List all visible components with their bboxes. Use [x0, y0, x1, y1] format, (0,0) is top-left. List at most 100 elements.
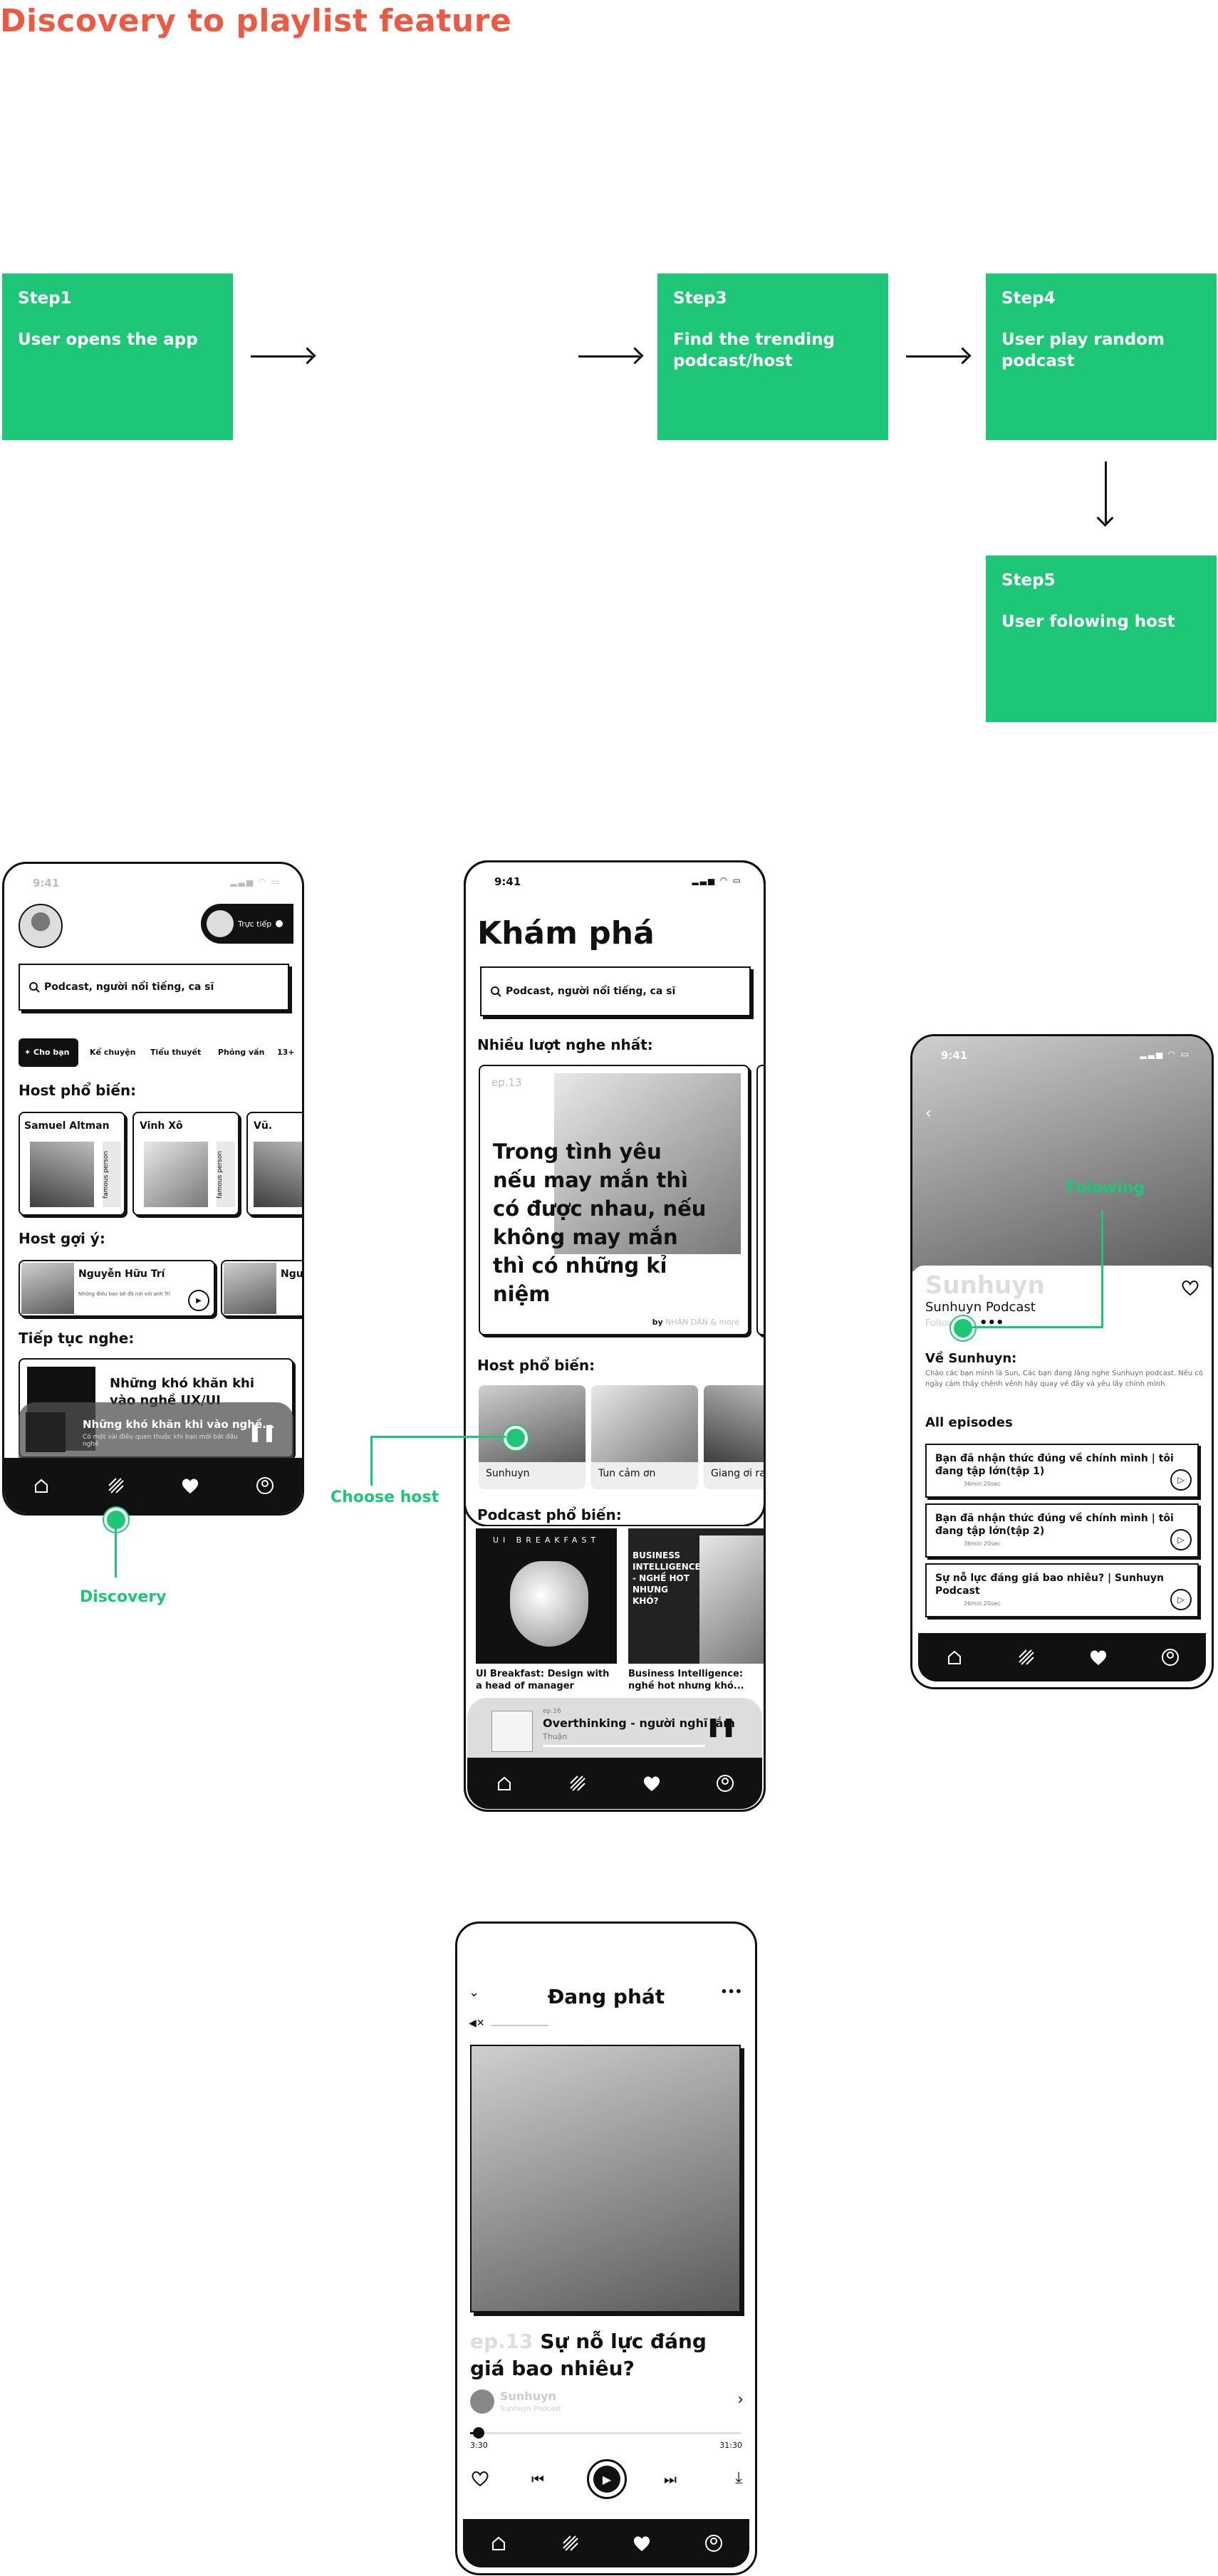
play-icon[interactable]: ▷	[1170, 1589, 1192, 1610]
heart-icon[interactable]	[630, 2532, 653, 2555]
podcast-name: Sunhuyn Podcast	[925, 1300, 1036, 1315]
annotation-line	[115, 1528, 117, 1578]
heart-icon[interactable]	[640, 1772, 663, 1795]
volume-slider[interactable]	[491, 2025, 548, 2026]
suggested-host-card[interactable]: Nguyễn Hữu Trí Những điều bạn bè đã nói …	[19, 1260, 215, 1317]
annotation-line	[370, 1436, 373, 1486]
podcast-cover[interactable]: UI BREAKFAST	[476, 1528, 617, 1664]
search-input[interactable]: Podcast, người nổi tiếng, ca sĩ	[480, 966, 751, 1016]
live-button[interactable]: Trực tiếp	[201, 904, 293, 944]
host-card[interactable]: Samuel Altman famous person	[19, 1112, 125, 1216]
profile-icon[interactable]	[714, 1772, 736, 1795]
suggested-host-card[interactable]: Nguy	[221, 1260, 303, 1317]
follow-tap-marker	[951, 1316, 975, 1340]
play-icon[interactable]: ▷	[1170, 1469, 1192, 1491]
mini-player-cover	[26, 1412, 66, 1452]
following-annotation: Folowing	[1066, 1179, 1145, 1197]
mini-player[interactable]: ep.16 Overthinking - người nghĩ lắm Thuậ…	[467, 1698, 762, 1762]
host-photo	[224, 1263, 276, 1314]
status-time: 9:41	[941, 1049, 968, 1062]
more-icon[interactable]: •••	[720, 1985, 742, 1998]
play-icon[interactable]: ▷	[1170, 1529, 1192, 1550]
mini-player-host: Thuận	[543, 1732, 568, 1741]
search-input[interactable]: Podcast, người nổi tiếng, ca sĩ	[19, 964, 289, 1011]
popular-hosts-title: Host phổ biến:	[477, 1357, 595, 1374]
discovery-icon[interactable]	[559, 2532, 582, 2555]
episode-item[interactable]: Sự nỗ lực đáng giá bao nhiêu? | Sunhuyn …	[925, 1563, 1199, 1617]
download-icon[interactable]: ⤓	[735, 2469, 742, 2487]
featured-card-next[interactable]	[756, 1065, 764, 1335]
host-photo	[704, 1385, 764, 1462]
tab-cho-ban[interactable]: ✦ Cho bạn	[24, 1048, 69, 1057]
podcast-cover-art	[510, 1561, 588, 1647]
featured-quote: Trong tình yêu nếu may mắn thì có được n…	[493, 1140, 707, 1306]
discovery-icon[interactable]	[566, 1772, 589, 1795]
episode-item[interactable]: Bạn đã nhận thức đúng về chính mình | tô…	[925, 1444, 1199, 1498]
episode-item[interactable]: Bạn đã nhận thức đúng về chính mình | tô…	[925, 1503, 1199, 1558]
play-icon[interactable]: ▶	[188, 1290, 209, 1311]
step-label: Step3	[673, 289, 727, 308]
featured-card[interactable]: ep.13 Trong tình yêu nếu may mắn thì có …	[479, 1065, 749, 1335]
flow-arrow	[906, 355, 967, 358]
progress-track[interactable]	[470, 2427, 741, 2439]
profile-icon[interactable]	[254, 1474, 276, 1497]
pause-icon[interactable]: ❚❚	[705, 1716, 736, 1738]
tab-phong-van[interactable]: Phỏng vấn	[218, 1048, 264, 1057]
host-card[interactable]: Vinh Xô famous person	[132, 1112, 239, 1216]
podcast-cover[interactable]: BUSINESS INTELLIGENCE - NGHỀ HOT NHƯNG K…	[628, 1528, 764, 1664]
host-card[interactable]: Vũ.	[246, 1112, 302, 1216]
heart-icon[interactable]	[1087, 1646, 1110, 1669]
avatar[interactable]	[19, 904, 63, 948]
suggested-hosts-title: Host gợi ý:	[19, 1230, 105, 1247]
tab-13plus[interactable]: 13+	[277, 1048, 295, 1057]
mini-player[interactable]: Những khó khăn khi vào nghề... Có một và…	[19, 1402, 293, 1465]
podcast-cover-title: BUSINESS INTELLIGENCE - NGHỀ HOT NHƯNG K…	[633, 1550, 701, 1606]
search-placeholder: Podcast, người nổi tiếng, ca sĩ	[506, 986, 676, 997]
prev-icon[interactable]: ⏮	[531, 2471, 544, 2488]
chevron-right-icon[interactable]: ›	[737, 2391, 744, 2409]
home-icon[interactable]	[487, 2532, 510, 2555]
choose-host-tap-marker	[504, 1426, 528, 1450]
host-avatar[interactable]	[470, 2389, 494, 2414]
next-icon[interactable]: ⏭	[664, 2471, 677, 2488]
host-photo	[144, 1142, 208, 1207]
heart-icon[interactable]	[179, 1474, 202, 1497]
mute-icon[interactable]: ◀✕	[469, 2018, 485, 2029]
live-dot-icon	[276, 920, 283, 927]
discovery-icon[interactable]	[105, 1474, 127, 1497]
step-4-box: Step4 User play random podcast	[986, 273, 1217, 440]
heart-icon[interactable]	[470, 2469, 490, 2491]
discovery-icon[interactable]	[1015, 1646, 1038, 1669]
host-tile[interactable]: Giang ơi ra	[704, 1385, 764, 1489]
heart-icon[interactable]	[1180, 1278, 1200, 1300]
home-icon[interactable]	[30, 1474, 53, 1497]
mini-player-progress[interactable]	[543, 1745, 705, 1747]
signal-icons: ▂▃▅ ◠ ▭	[1140, 1049, 1190, 1059]
profile-icon[interactable]	[702, 2532, 725, 2555]
back-icon[interactable]: ‹	[925, 1105, 932, 1122]
home-screen: 9:41 ▂▃▅ ◠ ▭ Trực tiếp Podcast, người nổi…	[2, 862, 304, 1516]
follow-button[interactable]: Follow	[925, 1318, 954, 1329]
home-icon[interactable]	[943, 1646, 966, 1669]
home-icon[interactable]	[493, 1772, 516, 1795]
tab-tieu-thuyet[interactable]: Tiểu thuyết	[150, 1048, 201, 1057]
host-desc: Những điều bạn bè đã nói với anh Trí	[78, 1291, 170, 1297]
host-tile[interactable]: Tun cảm ơn	[591, 1385, 698, 1489]
host-photo	[21, 1263, 74, 1314]
bottom-nav	[463, 2519, 749, 2567]
status-bar: 9:41 ▂▃▅ ◠ ▭	[941, 1049, 1190, 1062]
podcast-title[interactable]: Business Intelligence: nghề hot nhưng kh…	[628, 1668, 764, 1694]
step-text: User play random podcast	[1001, 330, 1165, 370]
signal-icons: ▂▃▅ ◠ ▭	[230, 877, 281, 887]
progress-knob[interactable]	[472, 2427, 484, 2439]
play-button[interactable]: ▶	[587, 2459, 627, 2499]
mini-player-desc: Có một vài điều quen thuộc khi bạn mới b…	[83, 1434, 238, 1448]
popular-hosts-title: Host phổ biến:	[19, 1082, 137, 1099]
play-icon: ▶	[593, 2466, 620, 2493]
profile-icon[interactable]	[1159, 1646, 1182, 1669]
pause-icon[interactable]: ❚❚	[248, 1422, 276, 1442]
host-name[interactable]: Sunhuyn	[500, 2389, 556, 2403]
host-name: Nguy	[281, 1268, 303, 1280]
tab-ke-chuyen[interactable]: Kể chuyện	[90, 1048, 135, 1057]
podcast-title[interactable]: UI Breakfast: Design with a head of mana…	[476, 1668, 617, 1692]
